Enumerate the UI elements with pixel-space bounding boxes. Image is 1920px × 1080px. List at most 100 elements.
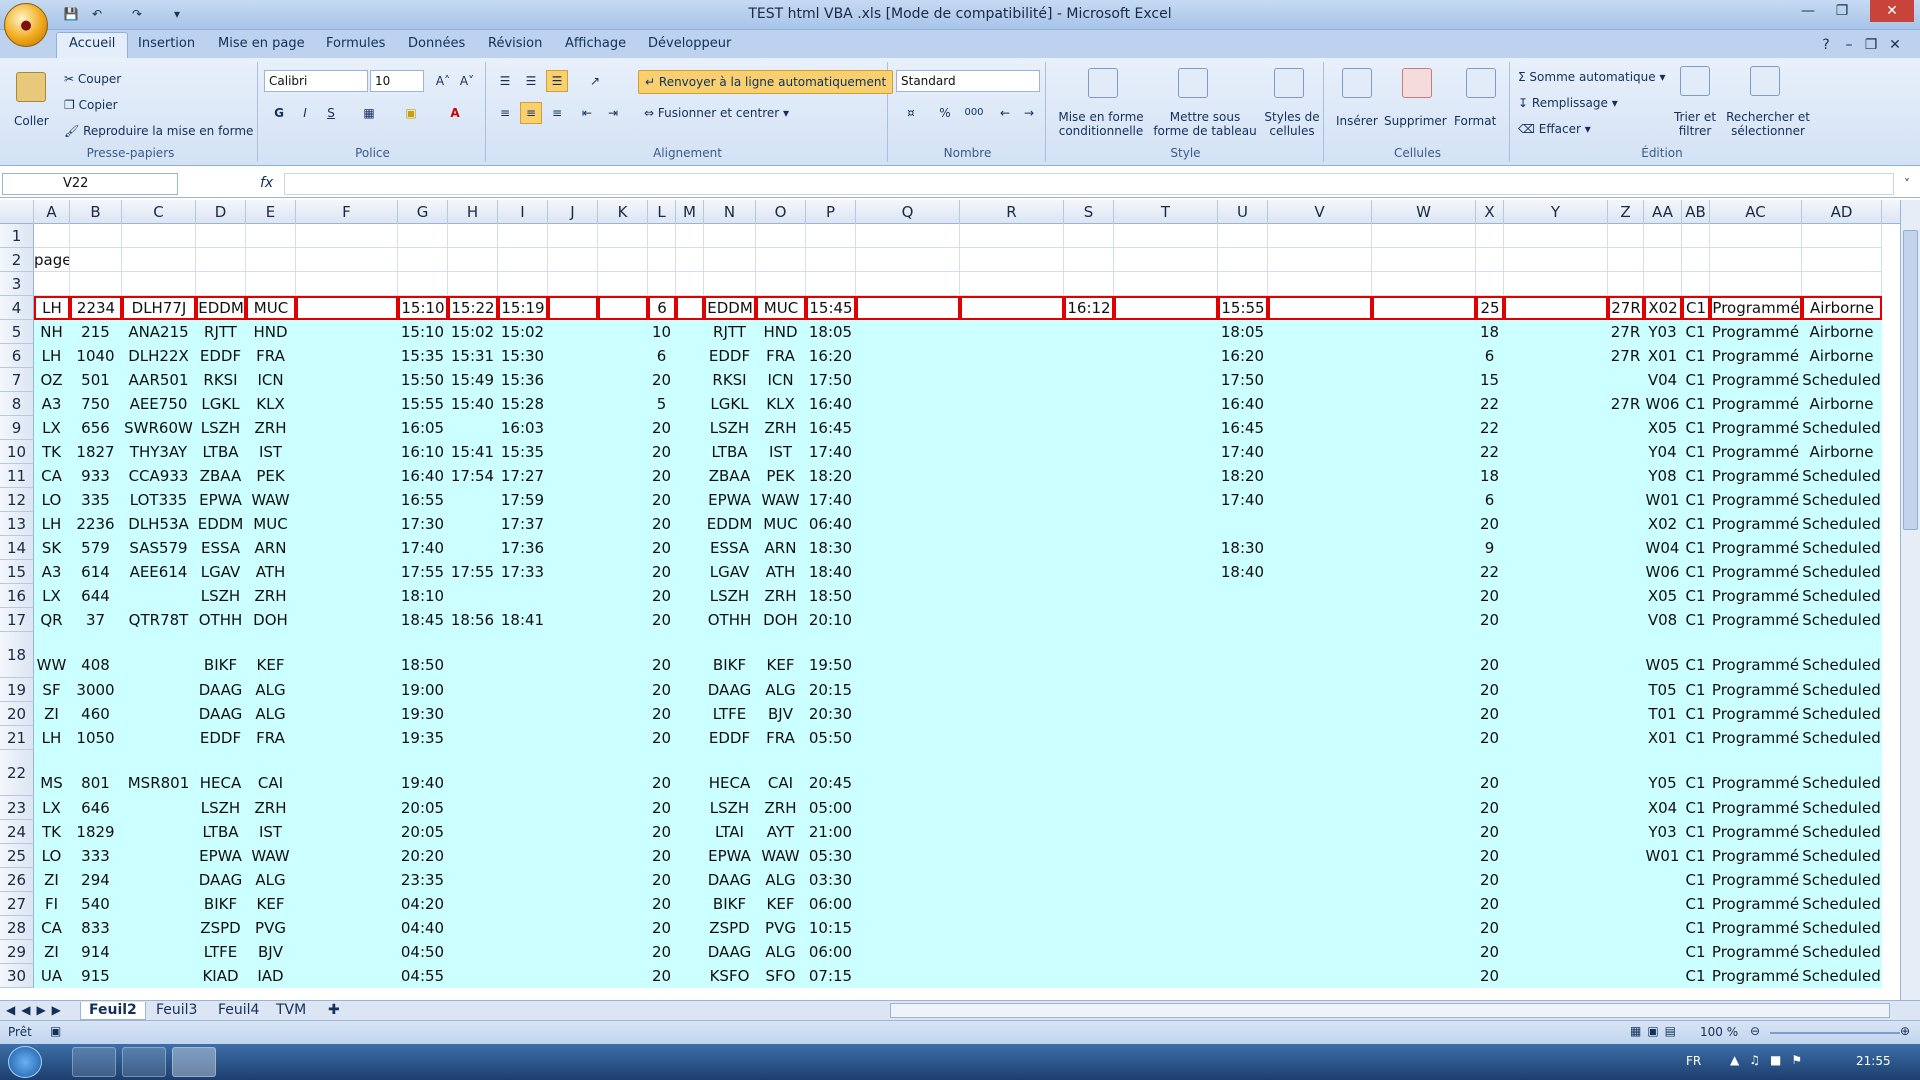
- align-bottom-icon[interactable]: ☰: [546, 70, 568, 92]
- cell[interactable]: [1064, 344, 1114, 368]
- cell[interactable]: DLH53A: [122, 512, 196, 536]
- cell[interactable]: ICN: [756, 368, 806, 392]
- cell[interactable]: 18:30: [1218, 536, 1268, 560]
- cell[interactable]: [548, 320, 598, 344]
- cell[interactable]: [676, 964, 704, 988]
- cell[interactable]: [1372, 512, 1476, 536]
- cell[interactable]: [1064, 726, 1114, 750]
- cell[interactable]: 20: [648, 892, 676, 916]
- cell[interactable]: [676, 440, 704, 464]
- cell[interactable]: Programmé: [1710, 368, 1802, 392]
- cell[interactable]: 20: [1476, 820, 1504, 844]
- cell[interactable]: [296, 940, 398, 964]
- cell[interactable]: [296, 560, 398, 584]
- cell[interactable]: [296, 512, 398, 536]
- cell[interactable]: [548, 584, 598, 608]
- cell[interactable]: [448, 964, 498, 988]
- cell[interactable]: [856, 440, 960, 464]
- cell[interactable]: SFO: [756, 964, 806, 988]
- cell[interactable]: [1114, 964, 1218, 988]
- cell[interactable]: [1372, 584, 1476, 608]
- cell[interactable]: Programmé: [1710, 916, 1802, 940]
- cell[interactable]: [598, 868, 648, 892]
- cell[interactable]: 15:30: [498, 344, 548, 368]
- cell[interactable]: [1608, 632, 1644, 678]
- cell[interactable]: 15:10: [398, 296, 448, 320]
- cell[interactable]: [548, 560, 598, 584]
- cell[interactable]: FRA: [246, 344, 296, 368]
- cell[interactable]: Programmé: [1710, 726, 1802, 750]
- cell[interactable]: 17:40: [806, 488, 856, 512]
- cell[interactable]: [1504, 392, 1608, 416]
- cell[interactable]: [1064, 224, 1114, 248]
- cell[interactable]: 04:50: [398, 940, 448, 964]
- cell[interactable]: [676, 796, 704, 820]
- cell[interactable]: ESSA: [704, 536, 756, 560]
- delete-button[interactable]: Supprimer: [1384, 114, 1447, 128]
- cell[interactable]: 15:02: [448, 320, 498, 344]
- column-header[interactable]: V: [1268, 200, 1372, 224]
- cell[interactable]: 37: [70, 608, 122, 632]
- cell[interactable]: EPWA: [704, 844, 756, 868]
- column-header[interactable]: M: [676, 200, 704, 224]
- clear-button[interactable]: ⌫ Effacer ▾: [1518, 122, 1591, 136]
- cell[interactable]: [856, 368, 960, 392]
- cell[interactable]: [196, 248, 246, 272]
- cell[interactable]: [598, 488, 648, 512]
- cell[interactable]: [856, 916, 960, 940]
- cell[interactable]: 20: [648, 608, 676, 632]
- cell[interactable]: BJV: [246, 940, 296, 964]
- cell[interactable]: [856, 678, 960, 702]
- cell[interactable]: CAI: [246, 750, 296, 796]
- cell[interactable]: 18:10: [398, 584, 448, 608]
- cell[interactable]: [1608, 584, 1644, 608]
- cell[interactable]: LX: [34, 416, 70, 440]
- cell[interactable]: [856, 892, 960, 916]
- cell[interactable]: 294: [70, 868, 122, 892]
- cell[interactable]: [548, 368, 598, 392]
- percent-button[interactable]: %: [934, 102, 956, 124]
- cell[interactable]: EDDF: [196, 344, 246, 368]
- cell[interactable]: WAW: [756, 844, 806, 868]
- cell[interactable]: 333: [70, 844, 122, 868]
- cell[interactable]: LGKL: [196, 392, 246, 416]
- cell[interactable]: 18:20: [806, 464, 856, 488]
- column-header[interactable]: U: [1218, 200, 1268, 224]
- cell[interactable]: [122, 702, 196, 726]
- cell[interactable]: Programmé: [1710, 464, 1802, 488]
- cell[interactable]: [246, 248, 296, 272]
- cell[interactable]: [448, 584, 498, 608]
- cell[interactable]: W06: [1644, 560, 1682, 584]
- cell[interactable]: ZI: [34, 702, 70, 726]
- cell[interactable]: [1114, 844, 1218, 868]
- cell[interactable]: ZRH: [246, 796, 296, 820]
- cell[interactable]: [960, 868, 1064, 892]
- cell[interactable]: Programmé: [1710, 750, 1802, 796]
- insert-button[interactable]: Insérer: [1336, 114, 1378, 128]
- cell[interactable]: 17:50: [806, 368, 856, 392]
- cell[interactable]: Programmé: [1710, 964, 1802, 988]
- cell[interactable]: [1710, 248, 1802, 272]
- cell[interactable]: Programmé: [1710, 796, 1802, 820]
- cell[interactable]: [1504, 844, 1608, 868]
- cell[interactable]: LSZH: [196, 796, 246, 820]
- cell[interactable]: 17:55: [398, 560, 448, 584]
- cell[interactable]: [448, 702, 498, 726]
- cell[interactable]: [1268, 868, 1372, 892]
- orientation-icon[interactable]: ↗: [584, 70, 606, 92]
- cell[interactable]: Scheduled: [1802, 868, 1882, 892]
- cell[interactable]: [676, 632, 704, 678]
- cell[interactable]: C1: [1682, 892, 1710, 916]
- cell[interactable]: [1608, 536, 1644, 560]
- cell[interactable]: [548, 536, 598, 560]
- clock[interactable]: 21:55: [1856, 1054, 1891, 1068]
- cell[interactable]: WW: [34, 632, 70, 678]
- cell[interactable]: [598, 368, 648, 392]
- row-header[interactable]: 11: [0, 464, 34, 488]
- cell[interactable]: [498, 678, 548, 702]
- cell[interactable]: Scheduled: [1802, 964, 1882, 988]
- cell[interactable]: 15:49: [448, 368, 498, 392]
- cell[interactable]: [598, 320, 648, 344]
- cell[interactable]: [122, 844, 196, 868]
- cell[interactable]: [1064, 320, 1114, 344]
